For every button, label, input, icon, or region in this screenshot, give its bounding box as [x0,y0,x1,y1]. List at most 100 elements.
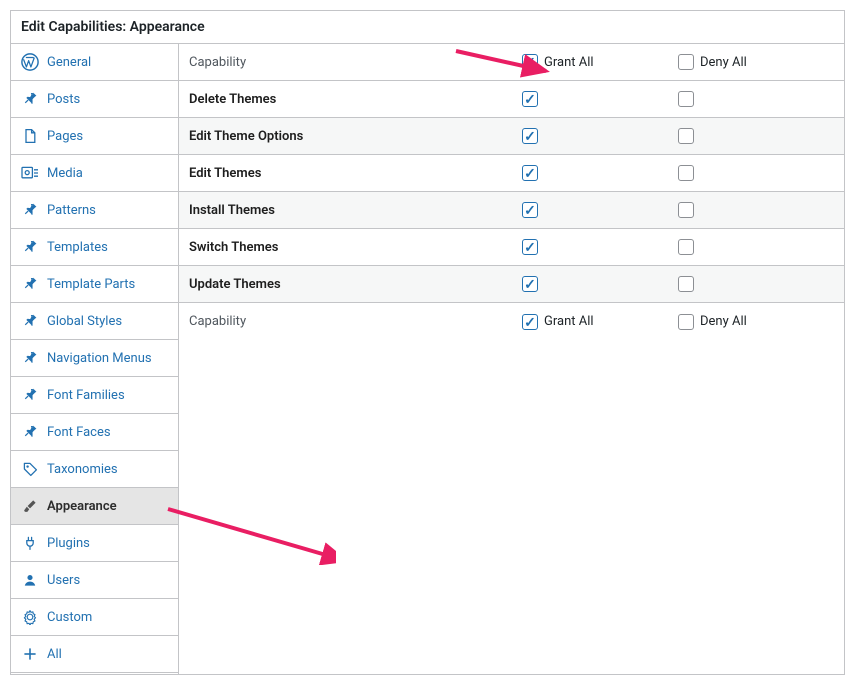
sidebar-item-font-families[interactable]: Font Families [11,377,178,414]
deny-column [678,91,834,107]
grant-column [522,165,678,181]
grant-all-checkbox[interactable] [522,54,538,70]
pin-icon [21,349,39,367]
pin-icon [21,386,39,404]
deny-column [678,276,834,292]
deny-column [678,202,834,218]
sidebar-item-label: Pages [47,129,83,144]
grant-all-footer: Grant All [522,314,678,330]
deny-all-checkbox[interactable] [678,54,694,70]
table-header-row: Capability Grant All Deny All [179,44,844,81]
pin-icon [21,90,39,108]
grant-all-header: Grant All [522,54,678,70]
sidebar-item-label: General [47,55,91,70]
deny-checkbox[interactable] [678,239,694,255]
sidebar-item-label: Plugins [47,536,90,551]
sidebar-item-label: Posts [47,92,80,107]
table-footer-row: Capability Grant All Deny All [179,303,844,340]
grant-checkbox[interactable] [522,202,538,218]
sidebar-item-label: Global Styles [47,314,122,329]
sidebar-item-taxonomies[interactable]: Taxonomies [11,451,178,488]
tag-icon [21,460,39,478]
sidebar-item-all[interactable]: All [11,636,178,673]
plug-icon [21,534,39,552]
sidebar-item-global-styles[interactable]: Global Styles [11,303,178,340]
deny-column [678,128,834,144]
grant-all-label-footer: Grant All [544,314,594,329]
grant-checkbox[interactable] [522,239,538,255]
grant-all-label: Grant All [544,55,594,70]
sidebar: General Posts Pages Media Patterns Templates T… [11,44,179,674]
deny-all-footer: Deny All [678,314,834,330]
sidebar-item-label: Appearance [47,499,117,514]
gear-icon [21,608,39,626]
sidebar-item-media[interactable]: Media [11,155,178,192]
wordpress-icon [21,53,39,71]
grant-checkbox[interactable] [522,165,538,181]
deny-all-label: Deny All [700,55,747,70]
panel-title: Edit Capabilities: Appearance [11,11,844,44]
sidebar-item-label: Templates [47,240,108,255]
sidebar-item-users[interactable]: Users [11,562,178,599]
sidebar-item-template-parts[interactable]: Template Parts [11,266,178,303]
sidebar-item-label: All [47,647,62,662]
sidebar-item-pages[interactable]: Pages [11,118,178,155]
sidebar-item-posts[interactable]: Posts [11,81,178,118]
capability-label: Delete Themes [189,92,522,107]
sidebar-item-navigation-menus[interactable]: Navigation Menus [11,340,178,377]
deny-all-header: Deny All [678,54,834,70]
grant-checkbox[interactable] [522,276,538,292]
capability-label: Switch Themes [189,240,522,255]
sidebar-item-label: Font Families [47,388,125,403]
capability-table: Capability Grant All Deny All Delete The… [179,44,844,674]
capability-row: Edit Theme Options [179,118,844,155]
sidebar-item-templates[interactable]: Templates [11,229,178,266]
sidebar-item-label: Patterns [47,203,96,218]
capability-row: Delete Themes [179,81,844,118]
grant-column [522,239,678,255]
capabilities-panel: Edit Capabilities: Appearance General Pos… [10,10,845,675]
pin-icon [21,312,39,330]
sidebar-item-font-faces[interactable]: Font Faces [11,414,178,451]
sidebar-item-custom[interactable]: Custom [11,599,178,636]
grant-column [522,128,678,144]
grant-column [522,91,678,107]
sidebar-item-plugins[interactable]: Plugins [11,525,178,562]
capability-label: Edit Theme Options [189,129,522,144]
user-icon [21,571,39,589]
deny-checkbox[interactable] [678,165,694,181]
deny-checkbox[interactable] [678,276,694,292]
grant-checkbox[interactable] [522,91,538,107]
sidebar-item-label: Font Faces [47,425,111,440]
sidebar-item-patterns[interactable]: Patterns [11,192,178,229]
capability-footer: Capability [189,314,522,329]
sidebar-item-label: Media [47,166,83,181]
deny-checkbox[interactable] [678,202,694,218]
grant-all-checkbox-footer[interactable] [522,314,538,330]
sidebar-item-appearance[interactable]: Appearance [11,488,178,525]
pin-icon [21,275,39,293]
panel-body: General Posts Pages Media Patterns Templates T… [11,44,844,674]
capability-row: Install Themes [179,192,844,229]
deny-column [678,165,834,181]
capability-row: Update Themes [179,266,844,303]
deny-all-label-footer: Deny All [700,314,747,329]
deny-column [678,239,834,255]
sidebar-item-general[interactable]: General [11,44,178,81]
pin-icon [21,238,39,256]
deny-checkbox[interactable] [678,128,694,144]
capability-row: Edit Themes [179,155,844,192]
sidebar-item-label: Template Parts [47,277,135,292]
sidebar-item-label: Custom [47,610,92,625]
sidebar-item-label: Users [47,573,80,588]
deny-checkbox[interactable] [678,91,694,107]
grant-checkbox[interactable] [522,128,538,144]
pin-icon [21,201,39,219]
sidebar-item-label: Taxonomies [47,462,118,477]
grant-column [522,202,678,218]
pin-icon [21,423,39,441]
grant-column [522,276,678,292]
sidebar-item-label: Navigation Menus [47,351,152,366]
capability-label: Edit Themes [189,166,522,181]
deny-all-checkbox-footer[interactable] [678,314,694,330]
